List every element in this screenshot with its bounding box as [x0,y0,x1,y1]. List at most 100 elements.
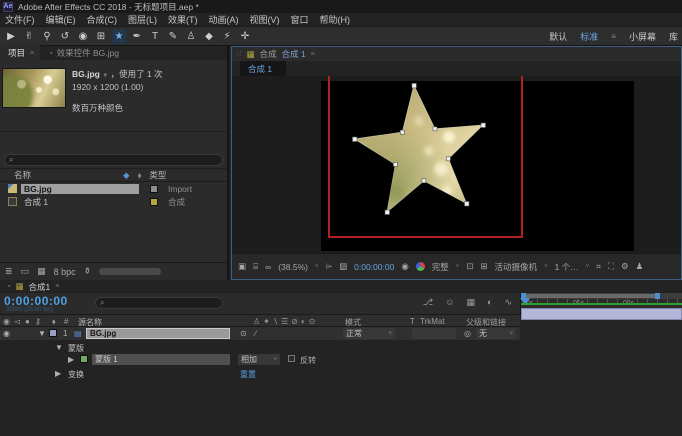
pan-behind-tool-icon[interactable]: ⊞ [94,29,108,44]
trkmat-column[interactable]: TrkMat [420,317,445,326]
panel-menu-icon[interactable]: ≡ [30,50,34,57]
menu-help[interactable]: 帮助(H) [320,13,351,26]
eye-icon[interactable]: ◉ [3,329,10,338]
camera-tool-icon[interactable]: ◉ [76,29,90,44]
shape-tool-icon[interactable]: ★ [112,29,126,44]
column-name[interactable]: 名称 [14,169,31,181]
audio-column-icon[interactable]: ◅ [14,317,20,326]
frame-blend-icon[interactable]: ▦ [467,297,476,308]
layer-row-bg[interactable]: ◉ ▼ 1 ▤ BG.jpg ⊙ ∕ 正常 ˅ ◎ 无 ˅ [0,327,520,340]
roto-brush-tool-icon[interactable]: ⚡ [220,29,234,44]
expander-icon[interactable]: ▶ [68,355,74,364]
timeline-tab-label[interactable]: 合成1 [29,281,51,293]
pick-whip-icon[interactable]: ◎ [464,329,471,338]
snapshot-icon[interactable]: ◉ [401,261,408,272]
footage-dropdown-icon[interactable]: ▼ [102,73,108,79]
menu-edit[interactable]: 编辑(E) [46,13,76,26]
menu-window[interactable]: 窗口 [291,13,309,26]
pixel-aspect-icon[interactable]: ⊞ [480,261,487,272]
fx-switch-icon[interactable]: ∕ [255,329,256,338]
expander-icon[interactable]: ▼ [55,343,63,352]
graph-editor-icon[interactable]: ∿ [504,297,512,308]
exposure-icon[interactable]: ⚙ [621,261,629,272]
workspace-small-screen[interactable]: 小屏幕 [629,30,656,43]
switches-column-icons[interactable]: ♙✦∖☰⊘◐⊙ [253,317,318,326]
fast-preview-icon[interactable]: ♟ [636,261,644,272]
mask-row[interactable]: ▶ 蒙版 1 相加 ˅ 反转 [0,353,520,366]
panel-menu-icon[interactable]: ≡ [311,51,315,58]
project-row-comp[interactable]: 合成 1 合成 [0,195,227,208]
interpret-footage-icon[interactable]: ≣ [5,266,13,277]
mask-mode-select[interactable]: 相加 ˅ [238,354,280,365]
shy-layers-icon[interactable]: ☺ [445,297,454,308]
tab-project[interactable]: 项目 ≡ [0,45,40,60]
video-column-icon[interactable]: ◉ [3,317,10,326]
index-column[interactable]: # [64,317,68,326]
expander-icon[interactable]: ▼ [38,329,46,338]
target-region-icon[interactable]: ⊡ [466,261,473,272]
track-area[interactable] [521,315,682,436]
new-composition-icon[interactable]: ▦ [37,266,46,277]
label-column-icon[interactable]: ⬧ [138,170,142,181]
label-swatch[interactable] [49,329,57,337]
tab-comp-1[interactable]: 合成 1 [240,61,286,76]
puppet-pin-tool-icon[interactable]: ✛ [238,29,252,44]
work-area-bar[interactable] [523,294,659,298]
menu-composition[interactable]: 合成(C) [87,13,118,26]
menu-file[interactable]: 文件(F) [5,13,35,26]
view-count-select[interactable]: 1 个… [555,261,579,273]
motion-blur-icon[interactable]: ◐ [487,297,492,308]
menu-view[interactable]: 视图(V) [250,13,280,26]
mask-color-swatch[interactable] [80,355,88,363]
stereo-3d-icon[interactable]: ∞ [265,262,271,272]
column-type[interactable]: 类型 [149,169,166,181]
current-time-display[interactable]: 0:00:00:00 [4,294,68,308]
workspace-default[interactable]: 默认 [549,30,567,43]
workspace-menu-icon[interactable]: ≡ [611,32,616,41]
label-column-icon[interactable]: ⬧ [52,317,56,327]
mini-flowchart-icon[interactable]: ⛶ [608,261,614,272]
trash-icon[interactable]: ⚱ [84,266,92,277]
mask-invert-checkbox[interactable] [288,355,295,362]
type-tool-icon[interactable]: T [148,29,162,44]
selection-tool-icon[interactable]: ▶ [4,29,18,44]
viewer-timecode[interactable]: 0:00:00:00 [354,262,394,272]
roi-icon[interactable]: ⌲ [325,261,332,272]
transparency-grid-icon[interactable]: ▨ [339,261,347,272]
view-layout-select[interactable]: 活动摄像机 [495,261,538,273]
mini-flowchart-icon[interactable]: ⎇ [423,297,433,308]
clone-stamp-tool-icon[interactable]: ♙ [184,29,198,44]
always-preview-icon[interactable]: ▣ [238,261,246,272]
show-channel-icon[interactable] [416,262,425,271]
menu-effect[interactable]: 效果(T) [168,13,198,26]
project-row-bg[interactable]: BG.jpg Import [0,182,227,195]
new-folder-icon[interactable]: ▭ [21,266,30,277]
layer-duration-bar[interactable] [521,308,682,320]
menu-animation[interactable]: 动画(A) [209,13,239,26]
primary-viewer-icon[interactable]: ⌸ [253,261,258,272]
hand-tool-icon[interactable]: ✌ [22,29,36,44]
panel-menu-icon[interactable]: ≡ [55,283,59,290]
solo-column-icon[interactable]: ● [25,317,30,326]
brush-tool-icon[interactable]: ✎ [166,29,180,44]
transform-reset-link[interactable]: 重置 [240,369,256,380]
blend-mode-select[interactable]: 正常 ˅ [343,328,395,339]
label-swatch[interactable] [150,198,158,206]
eraser-tool-icon[interactable]: ◆ [202,29,216,44]
tab-effect-controls[interactable]: ▪ 效果控件 BG.jpg [40,45,125,60]
resolution-select[interactable]: 完整 [432,261,449,273]
grid-guides-icon[interactable]: ⌗ [596,261,601,272]
workspace-more[interactable]: 库 [669,30,678,43]
bit-depth-label[interactable]: 8 bpc [54,267,76,277]
trkmat-select[interactable] [412,328,456,339]
pen-tool-icon[interactable]: ✒ [130,29,144,44]
horizontal-scrollbar[interactable] [99,268,161,275]
mask-name[interactable]: 蒙版 1 [92,354,230,365]
timeline-search-input[interactable]: ⌕ [95,297,223,309]
rotation-tool-icon[interactable]: ↺ [58,29,72,44]
workspace-standard[interactable]: 标准 [580,30,598,43]
transform-row[interactable]: ▶ 变换 重置 [0,367,520,380]
project-search-input[interactable]: ⌕ [4,154,223,166]
menu-layer[interactable]: 图层(L) [128,13,157,26]
zoom-tool-icon[interactable]: ⚲ [40,29,54,44]
